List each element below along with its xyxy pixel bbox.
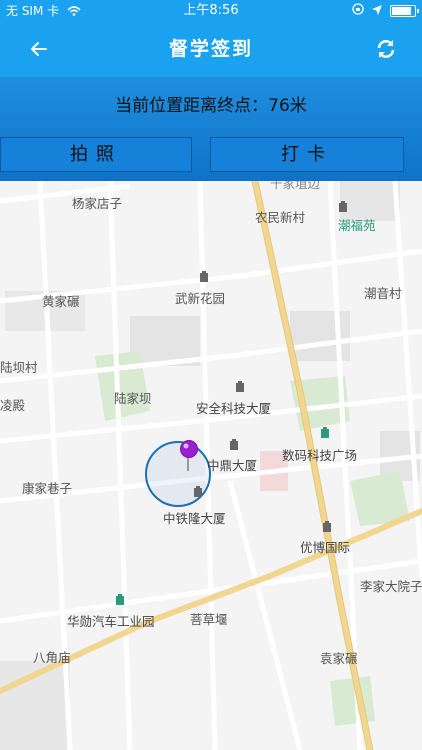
map-label: 华勋汽车工业园 — [67, 614, 155, 629]
take-photo-button[interactable]: 拍照 — [0, 137, 192, 172]
map-label: 潮福苑 — [338, 218, 376, 233]
building-icon — [230, 439, 238, 450]
map-label: 八角庙 — [33, 650, 71, 665]
map-label: 武新花园 — [175, 291, 226, 306]
building-icon — [323, 521, 331, 532]
map-label: 黄家碾 — [42, 294, 80, 309]
building-icon — [194, 486, 202, 497]
check-in-button[interactable]: 打卡 — [210, 137, 404, 172]
map-label: 千家埴边 — [270, 181, 321, 191]
refresh-icon[interactable] — [372, 35, 400, 63]
page-title: 督学签到 — [168, 38, 253, 60]
building-icon — [200, 271, 208, 282]
map-label: 中铁隆大厦 — [163, 511, 226, 526]
battery-icon — [390, 5, 419, 17]
status-right — [352, 0, 419, 22]
map-label: 农民新村 — [255, 210, 306, 225]
map-label: 凌殿 — [0, 398, 26, 413]
map-label: 安全科技大厦 — [196, 401, 272, 416]
building-icon — [236, 381, 244, 392]
map-view[interactable]: 千家埴边 杨家店子 农民新村 潮福苑 黄家碾 武新花园 潮音村 陆坝村 陆家坝 … — [0, 181, 422, 750]
map-label: 陆家坝 — [114, 391, 152, 406]
location-arrow-icon — [372, 0, 382, 22]
map-label: 康家巷子 — [22, 481, 73, 496]
map-label: 中鼎大厦 — [207, 458, 258, 473]
distance-text: 当前位置距离终点：76米 — [115, 96, 307, 116]
map-label: 李家大院子 — [360, 579, 422, 594]
map-label: 菩草堰 — [190, 612, 228, 627]
map-label: 袁家碾 — [320, 651, 358, 666]
map-label: 杨家店子 — [72, 196, 123, 211]
nav-bar: 督学签到 — [0, 22, 422, 77]
status-bar: 无 SIM 卡 上午8:56 — [0, 0, 422, 22]
map-label: 数码科技广场 — [282, 448, 358, 463]
map-label: 陆坝村 — [0, 360, 38, 375]
building-icon — [321, 427, 329, 438]
map-label: 优博国际 — [300, 540, 351, 555]
building-icon — [116, 594, 124, 605]
orientation-lock-icon — [352, 0, 364, 22]
building-icon — [339, 201, 347, 212]
info-panel: 当前位置距离终点：76米 拍照 打卡 — [0, 77, 422, 181]
map-label: 潮音村 — [364, 286, 402, 301]
